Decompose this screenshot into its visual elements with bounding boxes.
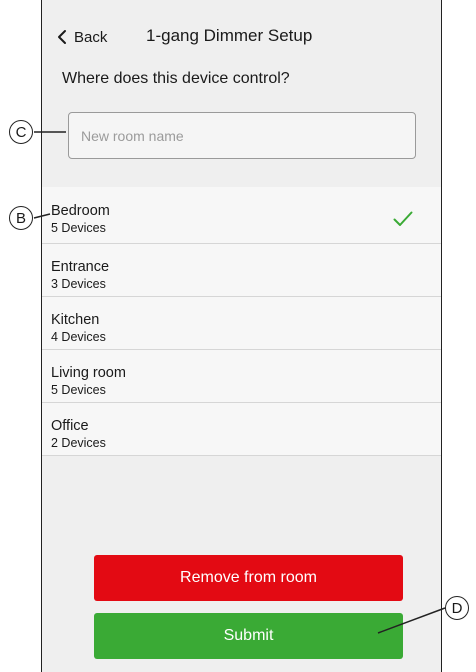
room-device-count: 3 Devices <box>51 277 106 291</box>
submit-button[interactable]: Submit <box>94 613 403 659</box>
callout-b: B <box>9 206 33 230</box>
room-name: Kitchen <box>51 312 100 328</box>
header: Back 1-gang Dimmer Setup <box>42 0 441 62</box>
room-name: Office <box>51 418 89 434</box>
room-list: Bedroom 5 Devices Entrance 3 Devices Kit… <box>42 187 441 456</box>
room-device-count: 5 Devices <box>51 221 106 235</box>
back-label: Back <box>74 28 108 46</box>
page-title: 1-gang Dimmer Setup <box>146 26 313 45</box>
back-button[interactable]: Back <box>56 26 107 48</box>
room-item-entrance[interactable]: Entrance 3 Devices <box>42 244 441 297</box>
new-room-name-input[interactable] <box>68 112 416 159</box>
remove-from-room-button[interactable]: Remove from room <box>94 555 403 601</box>
checkmark-icon <box>393 211 413 232</box>
room-name: Entrance <box>51 259 110 275</box>
room-name: Living room <box>51 365 126 381</box>
room-question: Where does this device control? <box>62 70 290 87</box>
room-device-count: 2 Devices <box>51 436 106 450</box>
callout-c: C <box>9 120 33 144</box>
room-name: Bedroom <box>51 203 110 219</box>
callout-d: D <box>445 596 469 620</box>
room-device-count: 4 Devices <box>51 330 106 344</box>
room-device-count: 5 Devices <box>51 383 106 397</box>
room-item-office[interactable]: Office 2 Devices <box>42 403 441 456</box>
phone-screen: Back 1-gang Dimmer Setup Where does this… <box>41 0 442 672</box>
chevron-left-icon <box>56 29 68 45</box>
room-item-living-room[interactable]: Living room 5 Devices <box>42 350 441 403</box>
room-item-kitchen[interactable]: Kitchen 4 Devices <box>42 297 441 350</box>
room-item-bedroom[interactable]: Bedroom 5 Devices <box>42 187 441 244</box>
